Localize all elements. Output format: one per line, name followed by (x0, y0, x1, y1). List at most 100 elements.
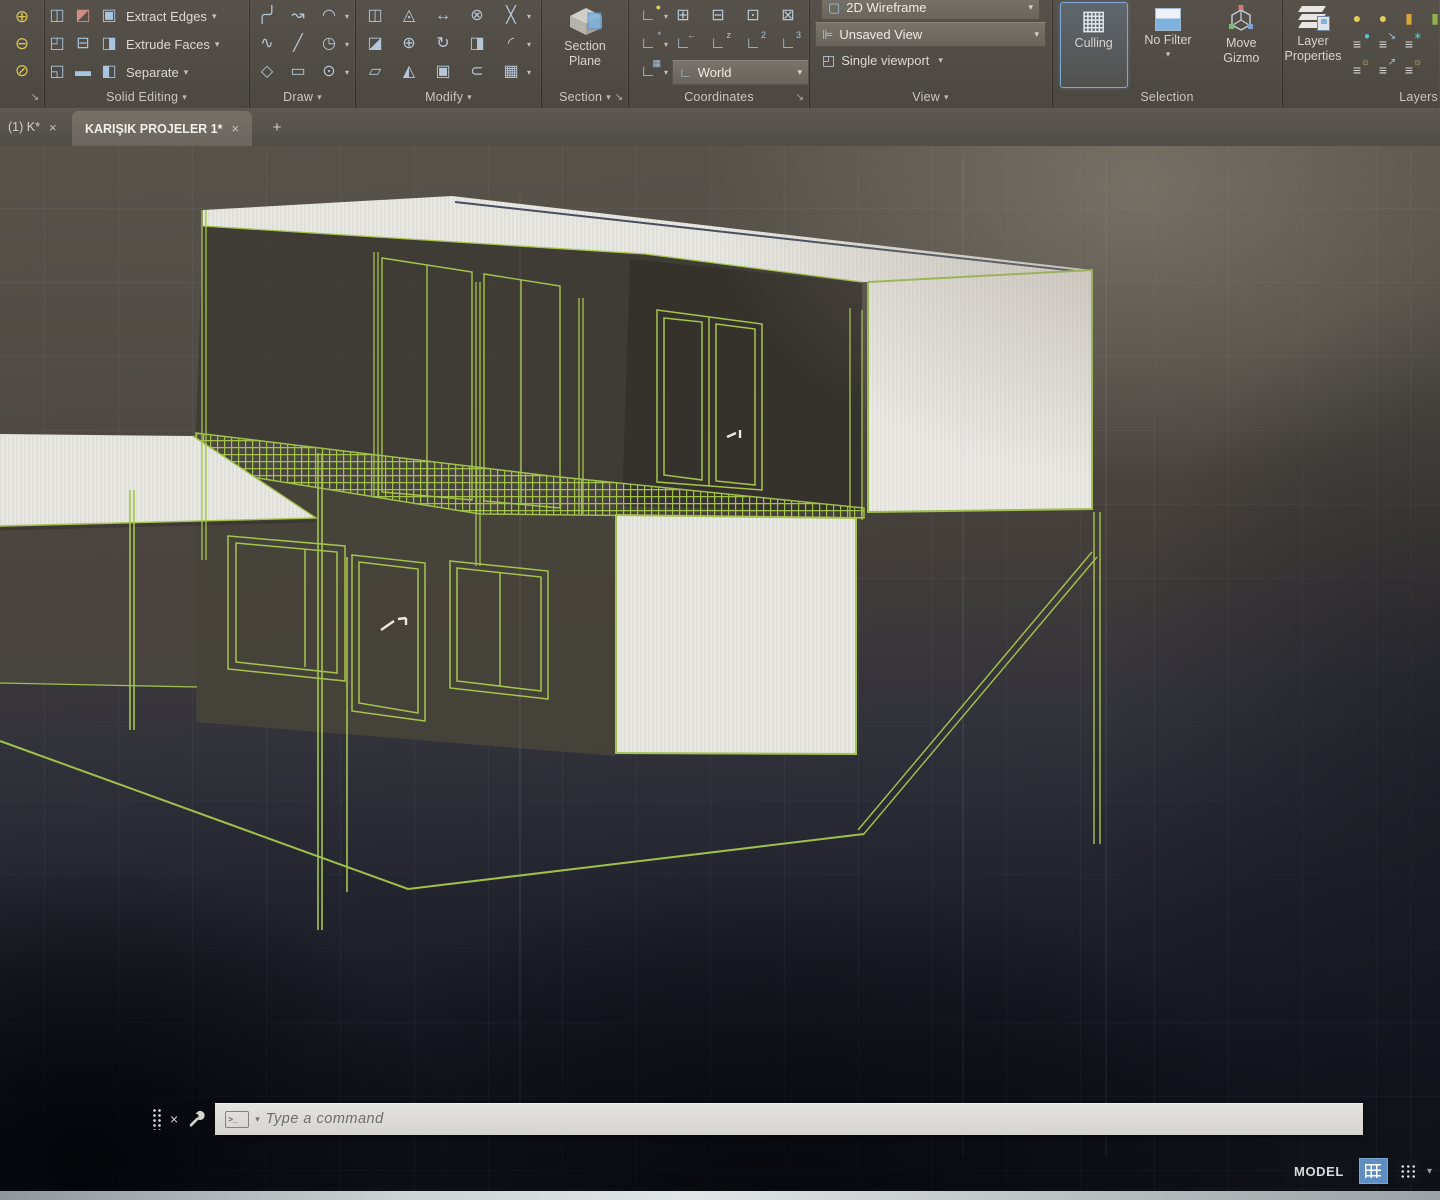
spline-icon[interactable]: ∿ (254, 31, 280, 57)
layer-turn-on-icon[interactable]: ≡☼ (1346, 59, 1368, 81)
modify-panel-label[interactable]: Modify▾ (356, 90, 541, 104)
model-viewport[interactable] (0, 146, 1440, 1200)
selection-panel-label[interactable]: Selection (1052, 90, 1282, 104)
upper-floor-wall-dark[interactable] (622, 259, 862, 512)
close-icon[interactable]: × (49, 120, 57, 135)
3d-array-icon[interactable]: ⊕ (396, 31, 422, 57)
3d-house-model[interactable] (0, 146, 1440, 1200)
layer-on-icon[interactable]: ● (1346, 7, 1368, 29)
circle-icon[interactable]: ◷▾ (316, 31, 342, 57)
layer-isolate-icon[interactable]: ≡↘ (1372, 33, 1394, 55)
stretch-icon[interactable]: ▣ (430, 59, 456, 85)
grid-display-toggle[interactable] (1359, 1158, 1388, 1184)
ucs-object-icon[interactable]: ⊠ (775, 3, 801, 29)
fillet-edge-icon[interactable]: ◪ (362, 31, 388, 57)
ground-outline[interactable] (0, 741, 864, 889)
explode-icon[interactable]: ◫ (362, 3, 388, 29)
chevron-down-icon[interactable]: ▾ (1427, 1166, 1432, 1177)
subtract-pair-icon[interactable]: ◰ (44, 31, 70, 57)
extract-edges-icon[interactable]: ▣ (96, 3, 122, 29)
ucs-dynamic-icon-dropdown[interactable]: ▾ (664, 12, 668, 21)
rectangle-icon[interactable]: ▭ (285, 59, 311, 85)
layer-properties-button[interactable]: Layer Properties (1282, 2, 1344, 82)
ucs-z-axis-icon[interactable]: ∟z (705, 31, 731, 57)
close-icon[interactable]: × (231, 121, 239, 136)
ucs-named-icon[interactable]: ⊞ (670, 3, 696, 29)
offset-icon[interactable]: ⊂ (464, 59, 490, 85)
chevron-down-icon[interactable]: ▾ (1034, 29, 1039, 40)
model-space-button[interactable]: MODEL (1286, 1160, 1352, 1183)
ucs-2point-icon[interactable]: ∟2 (740, 31, 766, 57)
arc-icon[interactable]: ◠▾ (316, 3, 342, 29)
intersect-pair-icon[interactable]: ◱ (44, 59, 70, 85)
fillet-icon-dropdown[interactable]: ▾ (527, 40, 531, 49)
slice-icon[interactable]: ⊟ (70, 31, 96, 57)
line-icon[interactable]: ╱ (285, 31, 311, 57)
rotate-icon[interactable]: ↻ (430, 31, 456, 57)
mirror-icon[interactable]: ◨ (464, 31, 490, 57)
extrude-faces-button[interactable]: Extrude Faces▾ (122, 31, 223, 57)
draw-panel-label[interactable]: Draw▾ (250, 90, 355, 104)
layer-thaw-icon[interactable]: ≡☼ (1398, 59, 1420, 81)
chevron-down-icon[interactable]: ▾ (184, 67, 189, 78)
3d-align-icon[interactable]: ◬ (396, 3, 422, 29)
layer-unisolate-icon[interactable]: ≡↗ (1372, 59, 1394, 81)
ucs-world-icon[interactable]: ∟▦▾ (635, 59, 661, 85)
solid-editing-panel-label[interactable]: Solid Editing▾ (44, 90, 249, 104)
ucs-x-icon-dropdown[interactable]: ▾ (664, 40, 668, 49)
chevron-down-icon[interactable]: ▾ (255, 1114, 260, 1125)
copy-icon[interactable]: ⊗ (464, 3, 490, 29)
command-input[interactable]: >_ ▾ Type a command (215, 1103, 1363, 1135)
layer-lock-icon[interactable]: ▮ (1398, 7, 1420, 29)
extrude-faces-icon[interactable]: ◨ (96, 31, 122, 57)
viewport-configuration-button[interactable]: ◰ Single viewport ▾ (815, 47, 1046, 73)
dialog-launcher-icon[interactable]: ↘ (31, 92, 39, 103)
separate-icon[interactable]: ◧ (96, 59, 122, 85)
snap-mode-toggle[interactable] (1395, 1159, 1420, 1183)
chevron-down-icon[interactable]: ▾ (797, 67, 802, 78)
dialog-launcher-icon[interactable]: ↘ (796, 92, 804, 103)
circle-icon-dropdown[interactable]: ▾ (345, 40, 349, 49)
polygon-icon[interactable]: ◇ (254, 59, 280, 85)
close-icon[interactable]: × (170, 1111, 178, 1127)
solid-union-icon[interactable]: ⊕ (9, 3, 35, 30)
layer-freeze-icon[interactable]: ≡∗ (1398, 33, 1420, 55)
ucs-world-icon-dropdown[interactable]: ▾ (664, 68, 668, 77)
separate-button[interactable]: Separate▾ (122, 59, 192, 85)
ucs-view-icon[interactable]: ⊟ (705, 3, 731, 29)
polyline-icon[interactable]: ╭╯ (254, 3, 280, 29)
layer-new-icon[interactable]: ▮ (1424, 7, 1440, 29)
section-plane-button[interactable]: Section Plane (542, 0, 628, 69)
ucs-dynamic-icon[interactable]: ∟●▾ (635, 3, 661, 29)
solid-subtract-icon[interactable]: ⊖ (9, 30, 35, 57)
erase-icon[interactable]: ▱ (362, 59, 388, 85)
array-icon-dropdown[interactable]: ▾ (527, 68, 531, 77)
array-icon[interactable]: ▦▾ (498, 59, 524, 85)
ellipse-icon[interactable]: ⊙▾ (316, 59, 342, 85)
named-view-selector[interactable]: ⊫ Unsaved View ▾ (815, 22, 1046, 47)
ucs-previous-icon[interactable]: ∟← (670, 31, 696, 57)
trim-icon-dropdown[interactable]: ▾ (527, 12, 531, 21)
solid-intersect-icon[interactable]: ⊘ (9, 57, 35, 84)
right-brace-structure[interactable] (858, 512, 1100, 844)
scale-icon[interactable]: ◭ (396, 59, 422, 85)
dialog-launcher-icon[interactable]: ↘ (615, 92, 623, 103)
fillet-icon[interactable]: ◜▾ (498, 31, 524, 57)
no-filter-button[interactable]: No Filter ▾ (1135, 2, 1201, 88)
chevron-down-icon[interactable]: ▾ (215, 39, 220, 50)
chevron-down-icon[interactable]: ▾ (938, 55, 943, 66)
coordinates-panel-label[interactable]: Coordinates (629, 90, 809, 104)
new-tab-button[interactable]: + (266, 116, 288, 138)
layer-bright-icon[interactable]: ● (1372, 7, 1394, 29)
layer-off-icon[interactable]: ≡● (1346, 33, 1368, 55)
arc-icon-dropdown[interactable]: ▾ (345, 12, 349, 21)
layers-panel-label[interactable]: Layers (1282, 90, 1440, 104)
ellipse-icon-dropdown[interactable]: ▾ (345, 68, 349, 77)
imprint-icon[interactable]: ◩ (70, 3, 96, 29)
trim-icon[interactable]: ╳▾ (498, 3, 524, 29)
ucs-selector[interactable]: ∟ World ▾ (672, 60, 809, 85)
move-gizmo-button[interactable]: Move Gizmo (1208, 2, 1274, 88)
ucs-3point-icon[interactable]: ∟3 (775, 31, 801, 57)
3d-polyline-icon[interactable]: ↝ (285, 3, 311, 29)
union-pair-icon[interactable]: ◫ (44, 3, 70, 29)
